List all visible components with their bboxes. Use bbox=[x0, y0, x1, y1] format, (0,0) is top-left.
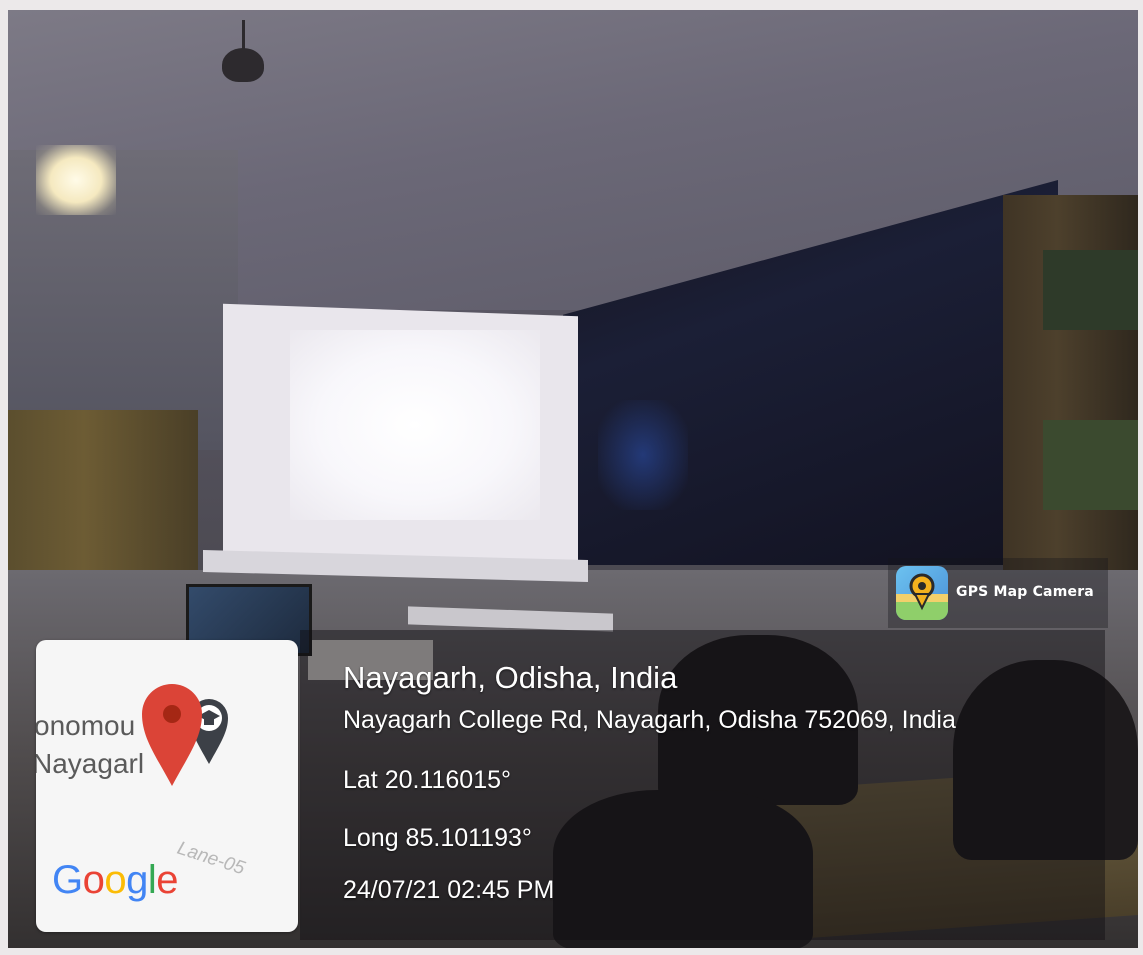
blackboard-reflection bbox=[598, 400, 688, 510]
map-thumbnail: onomou Nayagarl Lane-05 Google bbox=[36, 640, 298, 932]
location-city: Nayagarh, Odisha, India bbox=[343, 660, 678, 695]
location-longitude: Long 85.101193° bbox=[343, 824, 532, 852]
app-badge-label: GPS Map Camera bbox=[956, 584, 1094, 600]
projection-glow bbox=[290, 330, 540, 520]
bookshelf-shelf bbox=[1043, 420, 1138, 510]
bookshelf-shelf bbox=[1043, 250, 1138, 330]
gps-map-camera-icon bbox=[896, 566, 948, 620]
location-datetime: 24/07/21 02:45 PM bbox=[343, 876, 555, 904]
map-place-text: onomou bbox=[36, 710, 136, 741]
map-pin-icon bbox=[142, 684, 202, 786]
location-latitude: Lat 20.116015° bbox=[343, 766, 512, 794]
window-light bbox=[36, 145, 116, 215]
google-logo: Google bbox=[52, 858, 179, 902]
map-place-text: Nayagarl bbox=[36, 748, 145, 779]
location-address: Nayagarh College Rd, Nayagarh, Odisha 75… bbox=[343, 706, 956, 734]
ceiling-lamp bbox=[222, 48, 264, 82]
map-lane-label: Lane-05 bbox=[174, 837, 248, 880]
lamp-cord bbox=[242, 20, 245, 50]
